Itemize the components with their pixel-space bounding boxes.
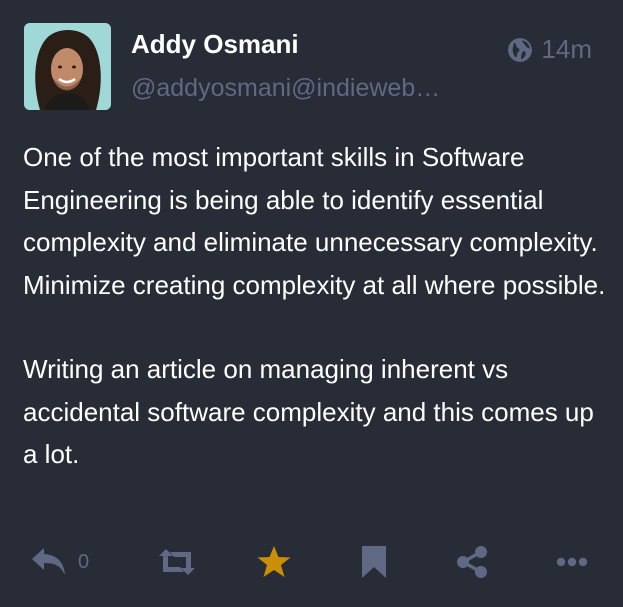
- globe-icon: [507, 37, 533, 63]
- content-paragraph: Writing an article on managing inherent …: [23, 354, 594, 469]
- more-button[interactable]: [556, 540, 588, 584]
- display-name[interactable]: Addy Osmani: [131, 29, 299, 60]
- bookmark-button[interactable]: [361, 540, 387, 584]
- boost-icon: [158, 547, 196, 577]
- favourite-button[interactable]: [256, 540, 292, 584]
- action-bar: 0: [0, 540, 623, 584]
- share-icon: [455, 545, 489, 579]
- status-card: Addy Osmani @addyosmani@indieweb… 14m On…: [0, 0, 623, 607]
- reply-count: 0: [78, 550, 90, 573]
- boost-button[interactable]: [158, 540, 196, 584]
- reply-icon: [30, 546, 68, 578]
- relative-time[interactable]: 14m: [541, 34, 592, 65]
- reply-button[interactable]: 0: [30, 540, 89, 584]
- more-icon: [556, 556, 588, 568]
- content-paragraph: One of the most important skills in Soft…: [23, 142, 606, 300]
- account-handle[interactable]: @addyosmani@indieweb…: [131, 74, 481, 103]
- status-content: One of the most important skills in Soft…: [23, 136, 608, 476]
- share-button[interactable]: [455, 540, 489, 584]
- status-meta: 14m: [507, 34, 592, 65]
- avatar[interactable]: [24, 23, 111, 110]
- bookmark-icon: [361, 545, 387, 579]
- favourite-icon: [256, 545, 292, 579]
